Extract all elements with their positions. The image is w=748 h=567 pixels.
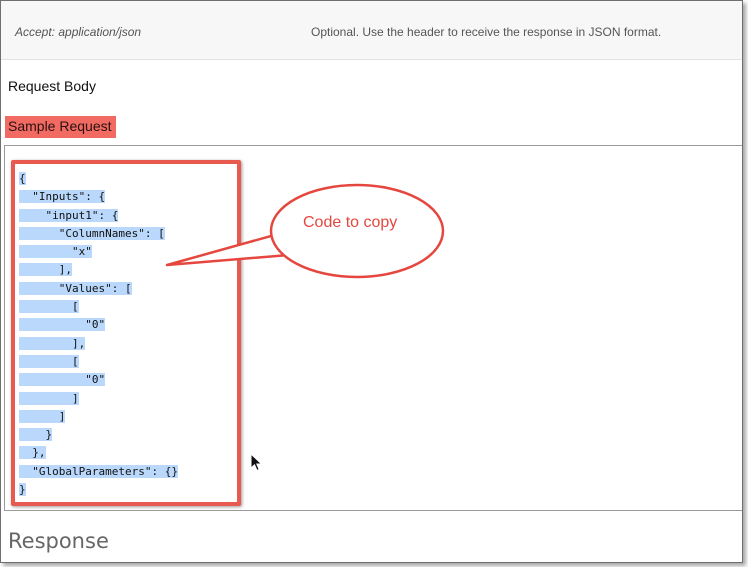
selected-text: ]	[19, 391, 79, 405]
code-line: }	[19, 481, 178, 499]
code-line: ],	[19, 261, 178, 279]
selected-text: ],	[19, 336, 86, 350]
code-line: [	[19, 298, 178, 316]
request-body-heading: Request Body	[8, 78, 96, 94]
code-line: ]	[19, 390, 178, 408]
selected-text: "0"	[19, 373, 106, 387]
selected-text: "ColumnNames": [	[19, 226, 165, 240]
selected-text: "Values": [	[19, 281, 132, 295]
screenshot-frame: Accept: application/json Optional. Use t…	[0, 0, 743, 563]
json-code[interactable]: { "Inputs": { "input1": { "ColumnNames":…	[19, 170, 178, 499]
code-line: "Values": [	[19, 280, 178, 298]
code-line: "0"	[19, 371, 178, 389]
code-line: ],	[19, 335, 178, 353]
mouse-pointer-icon	[250, 453, 263, 472]
header-table-row: Accept: application/json Optional. Use t…	[1, 1, 742, 60]
code-line: {	[19, 170, 178, 188]
selected-text: ],	[19, 263, 72, 277]
code-line: "ColumnNames": [	[19, 225, 178, 243]
header-description: Optional. Use the header to receive the …	[311, 25, 662, 39]
selected-text: [	[19, 354, 79, 368]
selected-text: },	[19, 446, 46, 460]
code-line: "Inputs": {	[19, 188, 178, 206]
code-panel-top-border	[4, 145, 742, 146]
code-panel-left-border	[4, 145, 5, 511]
selected-text: "Inputs": {	[19, 190, 106, 204]
code-line: ]	[19, 408, 178, 426]
selected-text: "input1": {	[19, 208, 119, 222]
code-line: "0"	[19, 316, 178, 334]
code-line: "x"	[19, 243, 178, 261]
selected-text: "0"	[19, 318, 106, 332]
code-line: },	[19, 444, 178, 462]
response-heading: Response	[8, 529, 109, 553]
selected-text: {	[19, 172, 26, 185]
code-line: "input1": {	[19, 207, 178, 225]
code-panel-bottom-border	[4, 510, 742, 511]
code-line: [	[19, 353, 178, 371]
selected-text: "x"	[19, 245, 92, 259]
selected-text: [	[19, 300, 79, 314]
code-line: "GlobalParameters": {}	[19, 463, 178, 481]
selected-text: }	[19, 483, 26, 497]
header-name: Accept: application/json	[15, 25, 142, 39]
callout-text: Code to copy	[303, 214, 398, 231]
code-line: }	[19, 426, 178, 444]
callout-bubble	[165, 183, 445, 279]
selected-text: ]	[19, 409, 66, 423]
selected-text: }	[19, 428, 53, 442]
sample-request-heading: Sample Request	[5, 116, 116, 138]
selected-text: "GlobalParameters": {}	[19, 464, 178, 478]
